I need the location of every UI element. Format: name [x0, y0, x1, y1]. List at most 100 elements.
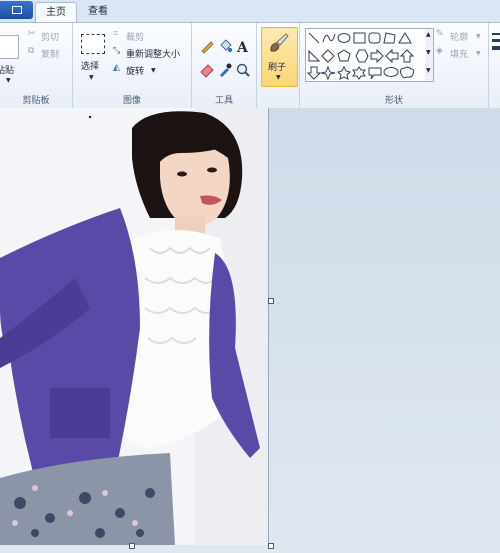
polygon-shape-icon[interactable] [383, 32, 396, 44]
scroll-up-icon[interactable]: ▲ [426, 31, 431, 38]
up-arrow-shape-icon[interactable] [399, 49, 415, 63]
file-menu-button[interactable] [0, 1, 33, 19]
magnifier-icon [236, 63, 250, 77]
outline-label: 轮廓 [450, 33, 469, 43]
hexagon-shape-icon[interactable] [355, 49, 369, 63]
ribbon: 粘贴 ▼ ✂ 剪切 ⧉ 复制 剪贴板 选择 ▼ ⌗ 裁剪 ⤡ 重新调整大小 ◭ … [0, 22, 500, 109]
copy-icon: ⧉ [28, 46, 35, 56]
brush-group: 刷子 ▼ [257, 23, 300, 108]
fill-bucket-icon: ◈ [436, 46, 443, 56]
crop-button[interactable]: ⌗ 裁剪 [113, 29, 183, 43]
line-size-icon-3 [492, 46, 500, 50]
paste-label: 粘贴 [0, 66, 15, 76]
scroll-down-icon[interactable]: ▼ [426, 49, 431, 56]
ribbon-tab-row: 主页 查看 [0, 0, 500, 23]
paint-bucket-icon [220, 39, 232, 52]
fill-button[interactable]: ◈ 填充 ▼ [436, 46, 486, 60]
oval-shape-icon[interactable] [337, 33, 351, 43]
crop-label: 裁剪 [126, 33, 145, 43]
line-shape-icon[interactable] [308, 32, 320, 44]
drawing-canvas[interactable] [0, 108, 269, 545]
pencil-icon [201, 41, 214, 54]
resize-button[interactable]: ⤡ 重新调整大小 [113, 46, 189, 60]
gallery-expand-icon[interactable]: ▼ [426, 67, 431, 74]
right-triangle-shape-icon[interactable] [308, 49, 321, 62]
image-group: 选择 ▼ ⌗ 裁剪 ⤡ 重新调整大小 ◭ 旋转 ▼ 图像 [73, 23, 192, 108]
photo-image [0, 108, 268, 545]
clipboard-group-label: 剪贴板 [22, 96, 50, 106]
text-tool[interactable]: A [234, 37, 252, 56]
magnifier-tool[interactable] [234, 61, 252, 79]
copy-button[interactable]: ⧉ 复制 [28, 46, 70, 60]
curve-shape-icon[interactable] [322, 33, 336, 43]
tab-view-label: 查看 [88, 6, 108, 17]
line-size-icon-2 [492, 39, 500, 42]
canvas-resize-handle-bottom[interactable] [129, 543, 135, 549]
rotate-button[interactable]: ◭ 旋转 ▼ [113, 63, 173, 77]
paste-dropdown-icon: ▼ [6, 77, 11, 84]
canvas-resize-handle-corner[interactable] [268, 543, 274, 549]
select-label: 选择 [81, 62, 100, 72]
shapes-gallery-scrollbar[interactable]: ▲ ▼ ▼ [425, 28, 434, 82]
brush-icon [270, 33, 289, 52]
triangle-shape-icon[interactable] [398, 32, 412, 44]
fill-label: 填充 [450, 50, 469, 60]
select-dropdown-icon: ▼ [89, 74, 94, 81]
cut-label: 剪切 [41, 33, 60, 43]
file-menu-icon [11, 6, 22, 14]
canvas-resize-handle-right[interactable] [268, 298, 274, 304]
select-icon [81, 34, 105, 54]
rotate-label: 旋转 [126, 67, 145, 77]
resize-label: 重新调整大小 [126, 50, 181, 60]
right-arrow-shape-icon[interactable] [370, 48, 384, 64]
image-group-label: 图像 [122, 96, 141, 106]
shapes-group: ▲ ▼ ▼ ✎ 轮廓 ▼ ◈ 填充 ▼ 形状 [300, 23, 489, 108]
paste-icon [0, 35, 19, 59]
rect-callout-shape-icon[interactable] [368, 67, 382, 80]
brush-dropdown-icon: ▼ [276, 74, 281, 81]
down-arrow-shape-icon[interactable] [306, 66, 322, 80]
paste-button[interactable]: 粘贴 ▼ [0, 27, 22, 85]
left-arrow-shape-icon[interactable] [385, 48, 399, 64]
tools-group: A 工具 [192, 23, 257, 108]
pentagon-shape-icon[interactable] [337, 49, 351, 62]
clipboard-group: 粘贴 ▼ ✂ 剪切 ⧉ 复制 剪贴板 [0, 23, 73, 108]
fill-tool[interactable] [216, 37, 234, 55]
six-point-star-shape-icon[interactable] [352, 66, 366, 80]
cut-button[interactable]: ✂ 剪切 [28, 29, 70, 43]
shapes-gallery [305, 28, 427, 82]
outline-button[interactable]: ✎ 轮廓 ▼ [436, 29, 486, 43]
workspace[interactable] [0, 108, 500, 553]
tab-home-label: 主页 [46, 7, 66, 18]
shapes-gallery-icons [306, 32, 415, 81]
tools-group-label: 工具 [214, 96, 233, 106]
eraser-icon [200, 64, 214, 78]
select-button[interactable]: 选择 ▼ [73, 25, 111, 85]
color-picker-tool[interactable] [216, 61, 234, 79]
brush-button[interactable]: 刷子 ▼ [261, 27, 298, 87]
cloud-callout-shape-icon[interactable] [400, 66, 415, 79]
tab-home[interactable]: 主页 [35, 2, 77, 23]
line-size-icon [492, 33, 500, 35]
diamond-shape-icon[interactable] [321, 49, 335, 63]
outline-pen-icon: ✎ [436, 29, 444, 39]
rounded-rectangle-shape-icon[interactable] [368, 32, 381, 44]
tab-view[interactable]: 查看 [80, 2, 116, 22]
rectangle-shape-icon[interactable] [353, 32, 366, 44]
oval-callout-shape-icon[interactable] [383, 67, 399, 77]
shapes-group-label: 形状 [384, 96, 403, 106]
fill-dropdown-icon: ▼ [476, 50, 481, 57]
resize-icon: ⤡ [113, 46, 121, 56]
size-button[interactable] [490, 31, 500, 61]
pencil-tool[interactable] [198, 37, 216, 55]
rotate-dropdown-icon: ▼ [151, 67, 156, 74]
eyedropper-icon [220, 63, 232, 77]
svg-text:A: A [236, 40, 249, 54]
five-point-star-shape-icon[interactable] [337, 65, 351, 80]
copy-label: 复制 [41, 50, 60, 60]
brush-label: 刷子 [268, 63, 287, 73]
four-point-star-shape-icon[interactable] [320, 65, 336, 81]
text-a-icon: A [236, 40, 249, 56]
eraser-tool[interactable] [198, 61, 216, 79]
outline-dropdown-icon: ▼ [476, 33, 481, 40]
